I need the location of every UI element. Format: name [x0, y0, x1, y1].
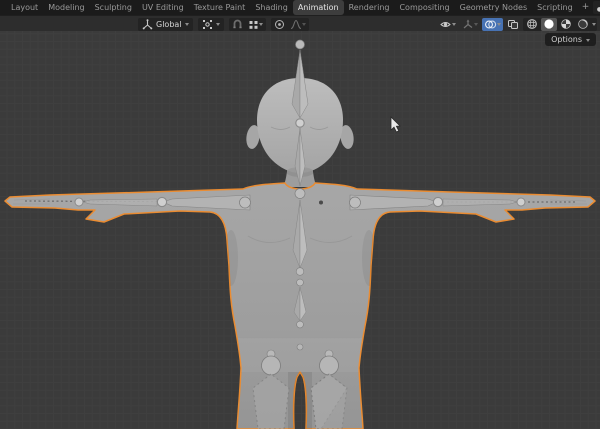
tab-geometry-nodes[interactable]: Geometry Nodes [455, 0, 532, 15]
tab-layout[interactable]: Layout [6, 0, 43, 15]
chevron-down-icon [452, 23, 456, 28]
chevron-down-icon [302, 23, 306, 28]
snap-magnet-icon [232, 19, 243, 30]
chevron-down-icon [259, 23, 263, 28]
tab-animation[interactable]: Animation [293, 0, 344, 15]
tab-uv-editing[interactable]: UV Editing [137, 0, 189, 15]
3d-viewport[interactable] [0, 31, 600, 429]
chevron-down-icon [474, 23, 478, 28]
tab-texture-paint[interactable]: Texture Paint [189, 0, 251, 15]
add-workspace-button[interactable]: + [578, 0, 594, 15]
xray-icon [507, 19, 519, 30]
transform-orientation-dropdown[interactable]: Global [138, 18, 193, 31]
falloff-curve-icon [290, 19, 302, 30]
topbar: Layout Modeling Sculpting UV Editing Tex… [0, 0, 600, 15]
viewport-header-right [437, 17, 597, 31]
scene-selector: Scene [593, 0, 600, 15]
viewport-header-center: Global [138, 17, 309, 31]
viewport-options-dropdown[interactable]: Options [545, 33, 596, 46]
proportional-editing-button[interactable] [272, 18, 287, 31]
tab-modeling[interactable]: Modeling [43, 0, 89, 15]
falloff-dropdown[interactable] [288, 18, 308, 31]
object-visibility-dropdown[interactable] [437, 18, 458, 31]
gizmo-icon [462, 19, 474, 30]
chevron-down-icon [497, 23, 501, 28]
chevron-down-icon [592, 23, 596, 28]
solid-shading-button[interactable] [541, 18, 557, 31]
solid-shading-icon [543, 18, 555, 30]
tab-scripting[interactable]: Scripting [532, 0, 578, 15]
pivot-point-icon [202, 19, 213, 30]
rendered-shading-icon [577, 18, 589, 30]
pivot-point-dropdown[interactable] [198, 18, 224, 31]
tab-rendering[interactable]: Rendering [344, 0, 395, 15]
orientation-label: Global [156, 20, 182, 29]
wireframe-shading-icon [526, 18, 538, 30]
chevron-down-icon [586, 39, 590, 44]
scene-icon [596, 2, 600, 13]
viewport-header: Global [0, 15, 600, 31]
tab-compositing[interactable]: Compositing [394, 0, 454, 15]
tab-sculpting[interactable]: Sculpting [90, 0, 137, 15]
scene-browse-button[interactable] [593, 1, 600, 14]
toggle-xray-button[interactable] [505, 18, 521, 31]
material-shading-button[interactable] [558, 18, 574, 31]
material-shading-icon [560, 18, 572, 30]
shading-mode-group [523, 18, 597, 31]
snap-toggle-button[interactable] [230, 18, 245, 31]
transform-orientation-icon [142, 19, 153, 30]
snap-group [229, 18, 266, 31]
chevron-down-icon [185, 23, 189, 28]
show-overlays-dropdown[interactable] [482, 18, 503, 31]
overlays-icon [484, 19, 497, 30]
chevron-down-icon [216, 23, 220, 28]
rendered-shading-button[interactable] [575, 18, 591, 31]
tab-shading[interactable]: Shading [250, 0, 293, 15]
snap-target-dropdown[interactable] [246, 18, 265, 31]
show-gizmo-dropdown[interactable] [460, 18, 480, 31]
blender-window: Layout Modeling Sculpting UV Editing Tex… [0, 0, 600, 429]
proportional-edit-group [271, 18, 309, 31]
proportional-editing-icon [274, 19, 285, 30]
options-label: Options [551, 35, 582, 44]
wireframe-shading-button[interactable] [524, 18, 540, 31]
snap-target-icon [248, 19, 259, 30]
visibility-icon [439, 19, 452, 30]
